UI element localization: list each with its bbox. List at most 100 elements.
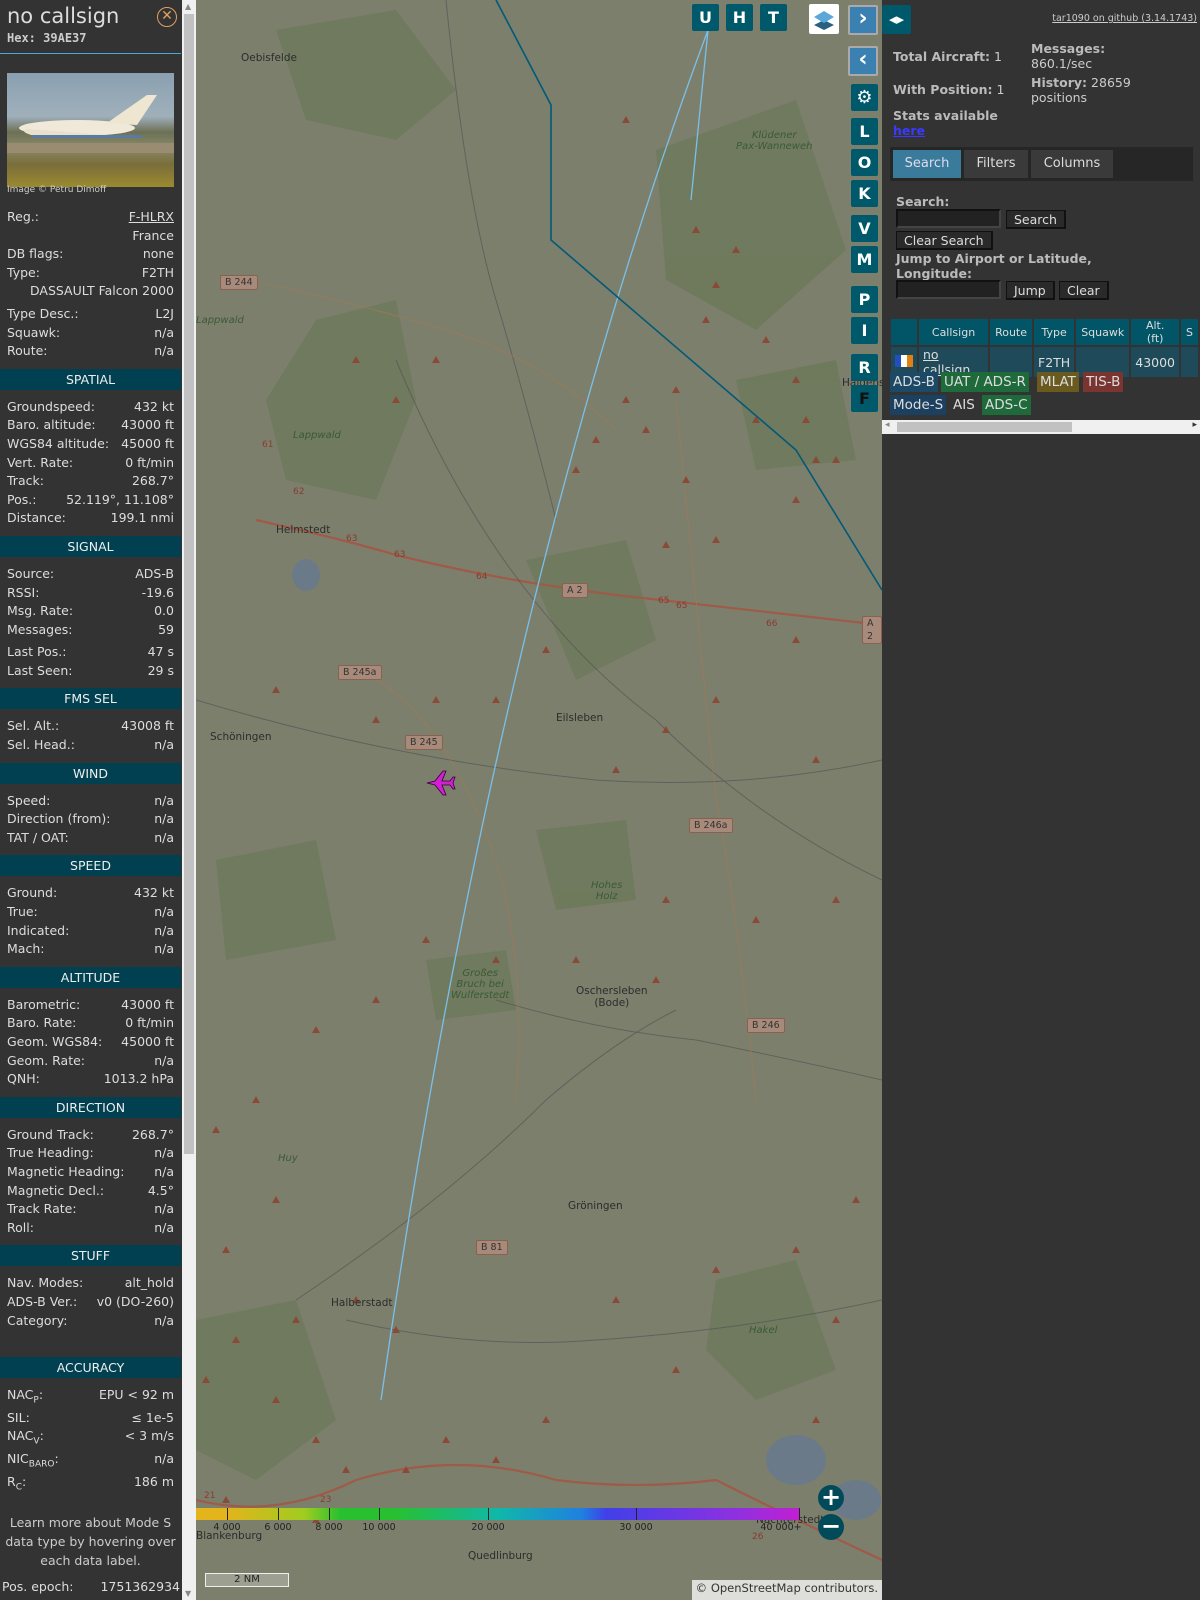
detail-value[interactable]: F-HLRX xyxy=(129,208,174,227)
map-button-r[interactable]: R xyxy=(851,354,878,381)
detail-label[interactable]: Magnetic Decl.: xyxy=(7,1182,104,1201)
column-header-type[interactable]: Type xyxy=(1034,319,1075,345)
detail-label[interactable]: Type: xyxy=(7,264,40,283)
aircraft-photo[interactable] xyxy=(7,73,174,187)
detail-label[interactable]: Ground: xyxy=(7,884,57,903)
search-button[interactable]: Search xyxy=(1006,210,1066,229)
detail-label[interactable]: Groundspeed: xyxy=(7,398,95,417)
detail-label[interactable]: Geom. Rate: xyxy=(7,1052,85,1071)
column-header-speed[interactable]: S xyxy=(1181,319,1198,345)
detail-label[interactable]: Barometric: xyxy=(7,996,80,1015)
column-header-flag[interactable] xyxy=(891,319,917,345)
detail-label[interactable]: Messages: xyxy=(7,621,73,640)
scroll-left-arrow-icon[interactable]: ◂ xyxy=(885,420,890,430)
detail-label[interactable]: Baro. Rate: xyxy=(7,1014,76,1033)
scroll-down-arrow-icon[interactable]: ▼ xyxy=(185,1589,191,1598)
map-button-p[interactable]: P xyxy=(851,286,878,313)
map-button-f[interactable]: F xyxy=(851,385,878,412)
column-header-squawk[interactable]: Squawk xyxy=(1076,319,1130,345)
detail-label[interactable]: NICBARO: xyxy=(7,1450,59,1470)
github-link[interactable]: tar1090 on github (3.14.1743) xyxy=(1052,13,1197,24)
detail-label[interactable]: Roll: xyxy=(7,1219,34,1238)
detail-label[interactable]: Sel. Head.: xyxy=(7,736,75,755)
clear-button[interactable]: Clear xyxy=(1059,281,1109,300)
tab-search[interactable]: Search xyxy=(893,150,961,178)
detail-label[interactable]: Sel. Alt.: xyxy=(7,717,59,736)
layers-button[interactable] xyxy=(809,4,839,34)
detail-label[interactable]: Geom. WGS84: xyxy=(7,1033,102,1052)
zoom-out-button[interactable]: − xyxy=(818,1514,844,1540)
detail-label[interactable]: Indicated: xyxy=(7,922,69,941)
jump-button[interactable]: Jump xyxy=(1006,281,1055,300)
detail-label[interactable]: Route: xyxy=(7,342,48,361)
clear-search-button[interactable]: Clear Search xyxy=(896,231,993,250)
detail-label[interactable]: QNH: xyxy=(7,1070,40,1089)
zoom-in-button[interactable]: + xyxy=(818,1485,844,1511)
info-panel-scrollbar[interactable]: ▲ ▼ xyxy=(182,0,196,1600)
map-attribution[interactable]: © OpenStreetMap contributors. xyxy=(691,1580,882,1600)
map-button-o[interactable]: O xyxy=(851,149,878,176)
detail-label[interactable]: Mach: xyxy=(7,940,44,959)
detail-row: Reg.: F-HLRX xyxy=(0,208,181,227)
settings-gear-icon[interactable]: ⚙ xyxy=(851,84,878,111)
column-header-callsign[interactable]: Callsign xyxy=(919,319,989,345)
detail-label[interactable]: NACV: xyxy=(7,1427,44,1447)
detail-label[interactable]: DB flags: xyxy=(7,245,63,264)
expand-sidebar-button[interactable]: › xyxy=(848,5,878,35)
map-button-m[interactable]: M xyxy=(851,246,878,273)
tab-filters[interactable]: Filters xyxy=(964,150,1028,178)
scrollbar-thumb[interactable] xyxy=(184,14,194,1154)
detail-label[interactable]: Last Pos.: xyxy=(7,643,66,662)
map-button-k[interactable]: K xyxy=(851,180,878,207)
scroll-up-arrow-icon[interactable]: ▲ xyxy=(185,2,191,11)
close-icon[interactable]: ✕ xyxy=(157,7,177,27)
detail-label[interactable]: Nav. Modes: xyxy=(7,1274,83,1293)
jump-input[interactable] xyxy=(896,280,1001,299)
detail-label[interactable]: RC: xyxy=(7,1473,26,1493)
map-button-i[interactable]: I xyxy=(851,317,878,344)
map-button-t[interactable]: T xyxy=(760,4,787,31)
detail-label[interactable]: RSSI: xyxy=(7,584,39,603)
detail-label[interactable]: Squawk: xyxy=(7,324,60,343)
tab-columns[interactable]: Columns xyxy=(1031,150,1113,178)
detail-label[interactable]: True Heading: xyxy=(7,1144,94,1163)
stats-link[interactable]: here xyxy=(893,123,925,138)
detail-label[interactable]: Pos.: xyxy=(7,491,36,510)
scrollbar-thumb[interactable] xyxy=(897,422,1072,432)
detail-label[interactable]: True: xyxy=(7,903,38,922)
column-header-route[interactable]: Route xyxy=(990,319,1033,345)
detail-label[interactable]: Last Seen: xyxy=(7,662,72,681)
detail-label[interactable]: Distance: xyxy=(7,509,66,528)
column-header-altitude[interactable]: Alt. (ft) xyxy=(1131,319,1180,345)
toggle-sidebar-icon[interactable]: ◂▸ xyxy=(882,5,911,34)
peak-marker-icon xyxy=(812,756,820,763)
map-button-v[interactable]: V xyxy=(851,215,878,242)
map-button-u[interactable]: U xyxy=(692,4,719,31)
detail-label[interactable]: Type Desc.: xyxy=(7,305,79,324)
detail-label[interactable]: ADS-B Ver.: xyxy=(7,1293,77,1312)
detail-label[interactable]: WGS84 altitude: xyxy=(7,435,109,454)
collapse-sidebar-button[interactable]: ‹ xyxy=(848,46,878,76)
detail-label[interactable]: Source: xyxy=(7,565,54,584)
table-horizontal-scrollbar[interactable]: ◂ ▸ xyxy=(882,420,1200,434)
detail-label[interactable]: Speed: xyxy=(7,792,50,811)
scroll-right-arrow-icon[interactable]: ▸ xyxy=(1192,420,1197,430)
map-button-l[interactable]: L xyxy=(851,118,878,145)
detail-label[interactable]: Baro. altitude: xyxy=(7,416,96,435)
peak-marker-icon xyxy=(792,636,800,643)
detail-label[interactable]: TAT / OAT: xyxy=(7,829,69,848)
detail-label[interactable]: Msg. Rate: xyxy=(7,602,73,621)
detail-label[interactable]: Direction (from): xyxy=(7,810,111,829)
detail-label[interactable]: SIL: xyxy=(7,1409,30,1428)
detail-label[interactable]: Category: xyxy=(7,1312,67,1331)
map[interactable]: Oebisfelde Helmstedt Schöningen Eilslebe… xyxy=(196,0,882,1600)
detail-label[interactable]: NACP: xyxy=(7,1386,43,1406)
detail-label[interactable]: Track: xyxy=(7,472,44,491)
search-input[interactable] xyxy=(896,209,1001,228)
detail-label[interactable]: Magnetic Heading: xyxy=(7,1163,124,1182)
map-button-h[interactable]: H xyxy=(726,4,753,31)
detail-label[interactable]: Vert. Rate: xyxy=(7,454,73,473)
detail-label[interactable]: Reg.: xyxy=(7,208,39,227)
detail-label[interactable]: Ground Track: xyxy=(7,1126,94,1145)
detail-label[interactable]: Track Rate: xyxy=(7,1200,77,1219)
